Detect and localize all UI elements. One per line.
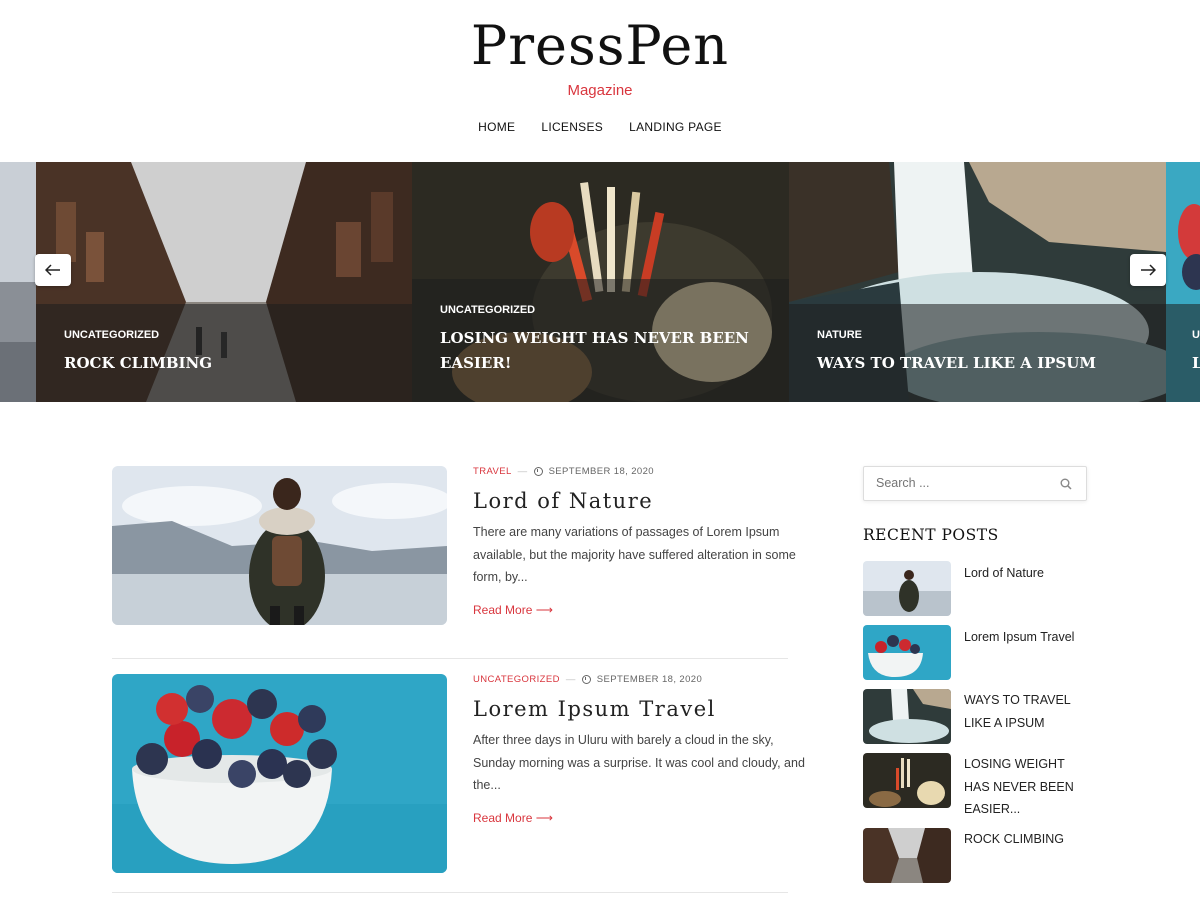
nav-item-licenses[interactable]: LICENSES — [541, 120, 603, 134]
site-title[interactable]: PressPen — [0, 14, 1200, 77]
featured-slider: UNCATEGORIZED ROCK CLIMBING UNCATEGORIZE… — [0, 162, 1200, 402]
post-thumbnail[interactable] — [112, 674, 447, 873]
post-card: UNCATEGORIZED — SEPTEMBER 18, 2020 Lorem… — [112, 674, 805, 874]
post-body: TRAVEL — SEPTEMBER 18, 2020 Lord of Natu… — [473, 466, 813, 619]
post-title[interactable]: Lord of Nature — [473, 489, 813, 513]
post-image — [112, 466, 447, 625]
clock-icon — [581, 675, 591, 684]
post-date[interactable]: SEPTEMBER 18, 2020 — [597, 674, 702, 685]
slider-prev-button[interactable] — [35, 254, 71, 286]
recent-post-title[interactable]: WAYS TO TRAVEL LIKE A IPSUM — [964, 689, 1089, 734]
recent-post-thumbnail[interactable] — [863, 625, 951, 680]
main-nav: HOME LICENSES LANDING PAGE — [0, 120, 1200, 134]
post-thumbnail[interactable] — [112, 466, 447, 625]
arrow-right-icon — [1141, 264, 1156, 276]
clock-icon — [533, 467, 543, 476]
slide-category[interactable]: UNCATEGORIZED — [64, 329, 384, 341]
post-meta: TRAVEL — SEPTEMBER 18, 2020 — [473, 466, 813, 477]
post-category[interactable]: TRAVEL — [473, 466, 512, 477]
slide-image — [0, 162, 36, 402]
recent-post-image — [863, 828, 951, 883]
arrow-left-icon — [45, 264, 60, 276]
post-excerpt: After three days in Uluru with barely a … — [473, 733, 805, 792]
post-image — [112, 674, 447, 873]
post-category[interactable]: UNCATEGORIZED — [473, 674, 560, 685]
slide-partial-left — [0, 162, 36, 402]
slide-title[interactable]: LOSING WEIGHT HAS NEVER BEEN EASIER! — [440, 326, 761, 376]
recent-posts-heading: RECENT POSTS — [863, 526, 999, 544]
slider-next-button[interactable] — [1130, 254, 1166, 286]
recent-post-title[interactable]: ROCK CLIMBING — [964, 828, 1089, 851]
meta-separator: — — [517, 466, 528, 477]
slide-title[interactable]: WAYS TO TRAVEL LIKE A IPSUM — [817, 351, 1138, 376]
recent-post-title[interactable]: LOSING WEIGHT HAS NEVER BEEN EASIER... — [964, 753, 1089, 821]
post-card: TRAVEL — SEPTEMBER 18, 2020 Lord of Natu… — [112, 466, 796, 626]
site-tagline: Magazine — [567, 82, 633, 99]
search-input[interactable] — [876, 476, 1046, 490]
post-excerpt: There are many variations of passages of… — [473, 525, 796, 584]
recent-post-thumbnail[interactable] — [863, 689, 951, 744]
recent-post-title[interactable]: Lord of Nature — [964, 562, 1089, 585]
recent-post-thumbnail[interactable] — [863, 753, 951, 808]
nav-item-home[interactable]: HOME — [478, 120, 515, 134]
post-body: UNCATEGORIZED — SEPTEMBER 18, 2020 Lorem… — [473, 674, 813, 827]
search-icon[interactable] — [1060, 478, 1072, 490]
recent-post-title[interactable]: Lorem Ipsum Travel — [964, 626, 1089, 649]
recent-post-image — [863, 561, 951, 616]
read-more-link[interactable]: Read More ⟶ — [473, 811, 553, 825]
slide-losing-weight[interactable]: UNCATEGORIZED LOSING WEIGHT HAS NEVER BE… — [412, 162, 789, 402]
slide-category[interactable]: NATURE — [817, 329, 1138, 341]
search-form — [863, 466, 1087, 501]
recent-post-image — [863, 689, 951, 744]
slide-caption: NATURE WAYS TO TRAVEL LIKE A IPSUM — [789, 304, 1166, 402]
slide-caption: UNCATEGORIZED ROCK CLIMBING — [36, 304, 412, 402]
slide-category[interactable]: UNCATEGORIZED — [440, 304, 761, 316]
slide-caption: U L — [1166, 304, 1200, 402]
slide-ways-to-travel[interactable]: NATURE WAYS TO TRAVEL LIKE A IPSUM — [789, 162, 1166, 402]
recent-post-image — [863, 625, 951, 680]
slide-rock-climbing[interactable]: UNCATEGORIZED ROCK CLIMBING — [36, 162, 412, 402]
meta-separator: — — [565, 674, 576, 685]
recent-post-thumbnail[interactable] — [863, 561, 951, 616]
slide-title[interactable]: ROCK CLIMBING — [64, 351, 384, 376]
slide-title[interactable]: L — [1192, 351, 1200, 376]
recent-post-thumbnail[interactable] — [863, 828, 951, 883]
nav-item-landing-page[interactable]: LANDING PAGE — [629, 120, 722, 134]
read-more-link[interactable]: Read More ⟶ — [473, 603, 553, 617]
post-divider — [112, 658, 788, 659]
post-date[interactable]: SEPTEMBER 18, 2020 — [549, 466, 654, 477]
recent-post-image — [863, 753, 951, 808]
post-title[interactable]: Lorem Ipsum Travel — [473, 697, 813, 721]
post-divider — [112, 892, 788, 893]
slide-caption: UNCATEGORIZED LOSING WEIGHT HAS NEVER BE… — [412, 279, 789, 402]
slide-category[interactable]: U — [1192, 329, 1200, 341]
site-header: PressPen Magazine HOME LICENSES LANDING … — [0, 0, 1200, 162]
slide-partial-right[interactable]: U L — [1166, 162, 1200, 402]
post-meta: UNCATEGORIZED — SEPTEMBER 18, 2020 — [473, 674, 813, 685]
